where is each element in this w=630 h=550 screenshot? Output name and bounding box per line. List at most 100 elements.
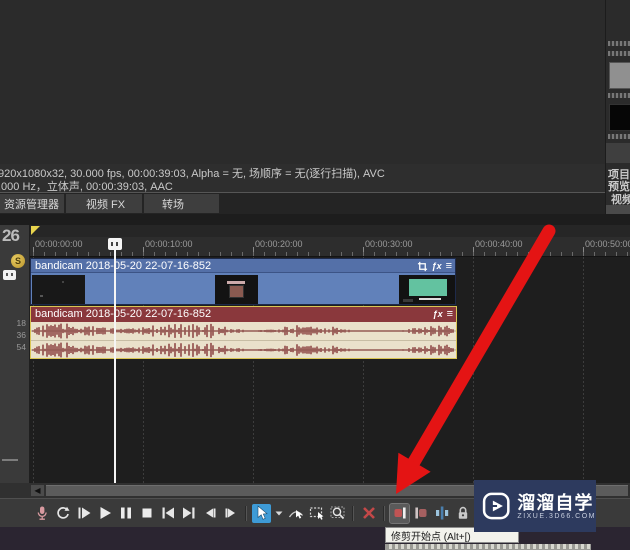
normal-edit-tool-button[interactable]: [252, 503, 271, 523]
video-thumbnail-2: [215, 275, 258, 304]
audio-stream-info: ,000 Hz，立体声, 00:00:39:03, AAC: [0, 181, 173, 193]
pause-icon: [117, 504, 135, 522]
edit-tool-dropdown[interactable]: [273, 504, 284, 523]
record-button[interactable]: [32, 504, 51, 523]
preview-panel-row: [608, 93, 630, 98]
preview-panel-block: [606, 143, 630, 163]
dock-tab-bar: 资源管理器 视频 FX 转场: [0, 193, 605, 214]
preview-panel-controls: [608, 51, 630, 56]
play-icon: [96, 504, 114, 522]
db-scale-18: 18: [16, 318, 26, 328]
split-button[interactable]: [432, 504, 451, 523]
go-to-end-icon: [180, 504, 198, 522]
tooltip-second-line: [385, 544, 591, 550]
video-editor-window: 项目: 预览: 视频 920x1080x32, 30.000 fps, 00:0…: [0, 0, 630, 550]
magnifier-icon: [329, 504, 347, 522]
go-to-start-icon: [159, 504, 177, 522]
play-button[interactable]: [95, 504, 114, 523]
tab-video-fx[interactable]: 视频 FX: [66, 194, 142, 213]
preview-panel-strip: [606, 205, 630, 214]
tab-explorer[interactable]: 资源管理器: [0, 194, 64, 213]
db-scale-54: 54: [16, 342, 26, 352]
toolbar-separator: [352, 505, 354, 521]
loop-region-marker[interactable]: [31, 226, 40, 235]
play-from-start-button[interactable]: [74, 504, 93, 523]
pan-crop-icon[interactable]: [417, 261, 428, 272]
toolbar-separator: [245, 505, 247, 521]
db-scale-36: 36: [16, 330, 26, 340]
delete-button[interactable]: [359, 504, 378, 523]
envelope-edit-tool-button[interactable]: [286, 504, 305, 523]
split-icon: [433, 504, 451, 522]
audio-fx-icon[interactable]: ƒx: [433, 309, 443, 319]
previous-frame-icon: [201, 504, 219, 522]
lock-icon: [454, 504, 472, 522]
mini-marker-icon[interactable]: [3, 270, 16, 280]
trim-start-icon: [391, 504, 409, 522]
video-clip-header[interactable]: bandicam 2018-05-20 22-07-16-852 ƒx ≡: [31, 259, 455, 273]
trim-end-icon: [412, 504, 430, 522]
preview-panel-row2: [608, 134, 630, 139]
ruler-label: 00:00:40:00: [475, 239, 523, 249]
stop-button[interactable]: [137, 504, 156, 523]
video-thumbnail-1: [32, 275, 85, 304]
audio-clip[interactable]: bandicam 2018-05-20 22-07-16-852 ƒx ≡: [30, 306, 457, 359]
trim-start-button[interactable]: [389, 502, 410, 524]
stop-icon: [138, 504, 156, 522]
clip-menu-icon[interactable]: ≡: [447, 308, 453, 320]
clip-menu-icon[interactable]: ≡: [446, 260, 452, 272]
zoom-edit-tool-button[interactable]: [328, 504, 347, 523]
waveform-left-channel: [31, 322, 456, 340]
selection-edit-tool-button[interactable]: [307, 504, 326, 523]
loop-icon: [54, 504, 72, 522]
play-logo-icon: [482, 492, 510, 520]
marker-bar[interactable]: [30, 225, 630, 237]
video-clip[interactable]: bandicam 2018-05-20 22-07-16-852 ƒx ≡: [30, 258, 456, 305]
audio-clip-title: bandicam 2018-05-20 22-07-16-852: [35, 308, 212, 320]
toolbar-separator: [383, 505, 385, 521]
ruler-label: 00:00:10:00: [145, 239, 193, 249]
status-icon[interactable]: S: [11, 254, 25, 268]
go-to-end-button[interactable]: [179, 504, 198, 523]
timeline-panel: 00:00:00:00 00:00:10:00 00:00:20:00 00:00:3…: [0, 225, 630, 483]
scroll-left-button[interactable]: ◀: [31, 485, 44, 496]
media-properties-panel: 920x1080x32, 30.000 fps, 00:00:39:03, Al…: [0, 164, 605, 193]
pause-button[interactable]: [116, 504, 135, 523]
video-clip-title: bandicam 2018-05-20 22-07-16-852: [35, 260, 212, 272]
video-thumbnail-3: [399, 275, 455, 304]
envelope-icon: [287, 504, 305, 522]
preview-panel-toolbar: [608, 41, 630, 46]
divider-grip[interactable]: [2, 459, 18, 461]
previous-frame-button[interactable]: [200, 504, 219, 523]
video-fx-icon[interactable]: ƒx: [432, 261, 442, 271]
cursor-icon: [253, 504, 271, 522]
panel-divider: [0, 214, 630, 225]
time-counter: 26: [2, 226, 20, 245]
playhead-line[interactable]: [114, 238, 116, 483]
delete-x-icon: [360, 504, 378, 522]
lock-button[interactable]: [453, 504, 472, 523]
preview-panel: 项目: 预览: 视频: [605, 0, 630, 225]
audio-clip-header[interactable]: bandicam 2018-05-20 22-07-16-852 ƒx ≡: [31, 307, 456, 322]
track-header-column: 26 S 18 36 54: [0, 225, 30, 498]
next-frame-button[interactable]: [221, 504, 240, 523]
go-to-start-button[interactable]: [158, 504, 177, 523]
play-from-start-icon: [75, 504, 93, 522]
microphone-icon: [33, 504, 51, 522]
tab-transitions[interactable]: 转场: [144, 194, 219, 213]
preview-video-frame: [609, 104, 630, 131]
watermark-subtitle: ZIXUE.3D66.COM: [517, 512, 596, 520]
ruler-label: 00:00:50:00: [585, 239, 630, 249]
preview-thumbnail: [609, 62, 630, 89]
playhead-marker[interactable]: [108, 238, 122, 250]
trim-end-button[interactable]: [411, 504, 430, 523]
ruler-label: 00:00:30:00: [365, 239, 413, 249]
ruler-label: 00:00:20:00: [255, 239, 303, 249]
ruler-label: 00:00:00:00: [35, 239, 83, 249]
waveform-right-channel: [31, 341, 456, 359]
watermark-title: 溜溜自学: [517, 492, 594, 513]
watermark: 溜溜自学 ZIXUE.3D66.COM: [474, 480, 596, 532]
next-frame-icon: [222, 504, 240, 522]
chevron-down-icon: [274, 504, 284, 522]
loop-playback-button[interactable]: [53, 504, 72, 523]
